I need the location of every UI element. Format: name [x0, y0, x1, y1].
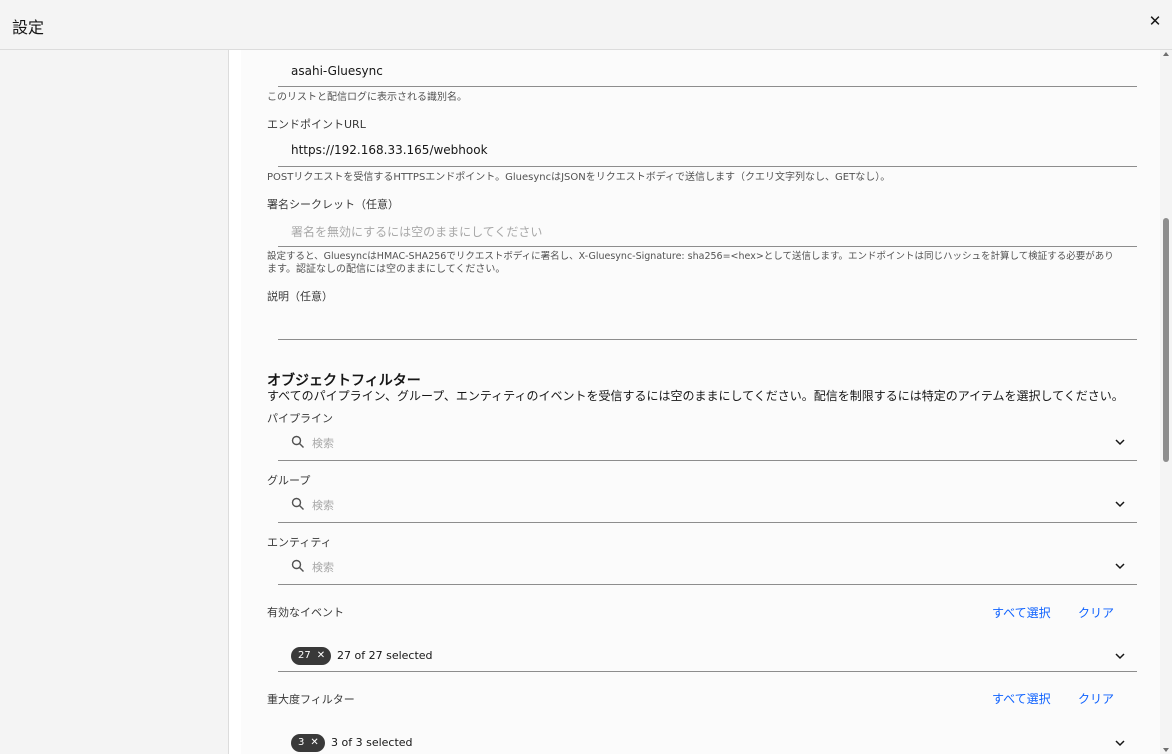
- chevron-down-icon[interactable]: [1115, 437, 1125, 447]
- group-search-placeholder: 検索: [312, 499, 334, 512]
- secret-input[interactable]: 署名を無効にするには空のままにしてください: [278, 212, 1137, 247]
- chevron-down-icon[interactable]: [1115, 738, 1125, 748]
- search-icon: [291, 559, 304, 572]
- secret-input-placeholder: 署名を無効にするには空のままにしてください: [291, 225, 543, 239]
- scrollbar-thumb[interactable]: [1163, 218, 1169, 462]
- scroll-down-arrow-icon[interactable]: [1163, 748, 1169, 752]
- description-label: 説明（任意）: [267, 290, 333, 303]
- tag-close-icon[interactable]: ✕: [310, 734, 318, 752]
- severity-multiselect[interactable]: 3 ✕ 3 of 3 selected: [278, 720, 1137, 754]
- endpoint-url-value: https://192.168.33.165/webhook: [291, 143, 488, 157]
- chevron-down-icon[interactable]: [1115, 561, 1125, 571]
- dialog-title: 設定: [12, 18, 45, 37]
- events-clear-link[interactable]: クリア: [1078, 604, 1114, 621]
- chevron-down-icon[interactable]: [1115, 651, 1125, 661]
- secret-label: 署名シークレット（任意）: [267, 198, 399, 211]
- settings-content: asahi-Gluesync このリストと配信ログに表示される識別名。 エンドポ…: [229, 50, 1160, 754]
- pipeline-combobox[interactable]: 検索: [278, 423, 1137, 461]
- severity-count-tag[interactable]: 3 ✕: [291, 734, 325, 752]
- name-input[interactable]: asahi-Gluesync: [278, 50, 1137, 87]
- severity-selected-text: 3 of 3 selected: [331, 736, 413, 749]
- severity-clear-link[interactable]: クリア: [1078, 690, 1114, 707]
- entity-search-placeholder: 検索: [312, 561, 334, 574]
- secret-helper-line-2: ます。認証なしの配信には空のままにしてください。: [267, 264, 506, 275]
- tag-close-icon[interactable]: ✕: [317, 647, 325, 665]
- severity-select-all-link[interactable]: すべて選択: [992, 690, 1051, 707]
- scrollbar[interactable]: [1160, 50, 1172, 754]
- search-icon: [291, 435, 304, 448]
- secret-helper-text: 設定すると、GluesyncはHMAC-SHA256でリクエストボディに署名し、…: [267, 250, 1137, 276]
- endpoint-label: エンドポイントURL: [267, 118, 366, 131]
- description-input[interactable]: [278, 304, 1137, 340]
- endpoint-helper-text: POSTリクエストを受信するHTTPSエンドポイント。GluesyncはJSON…: [267, 172, 891, 183]
- name-input-value: asahi-Gluesync: [291, 64, 383, 78]
- events-selected-text: 27 of 27 selected: [337, 649, 433, 662]
- severity-tag-count: 3: [298, 737, 305, 748]
- name-helper-text: このリストと配信ログに表示される識別名。: [267, 92, 467, 103]
- events-select-all-link[interactable]: すべて選択: [992, 604, 1051, 621]
- events-label: 有効なイベント: [267, 606, 344, 619]
- scroll-up-arrow-icon[interactable]: [1163, 52, 1169, 56]
- pipeline-search-placeholder: 検索: [312, 437, 334, 450]
- search-icon: [291, 497, 304, 510]
- events-tag-count: 27: [298, 650, 311, 661]
- chevron-down-icon[interactable]: [1115, 499, 1125, 509]
- object-filter-description: すべてのパイプライン、グループ、エンティティのイベントを受信するには空のままにし…: [267, 389, 1124, 403]
- severity-label: 重大度フィルター: [267, 693, 355, 706]
- close-icon[interactable]: ✕: [1146, 12, 1164, 30]
- sidebar: [0, 50, 229, 754]
- endpoint-url-input[interactable]: https://192.168.33.165/webhook: [278, 132, 1137, 167]
- dialog-header: 設定 ✕: [0, 0, 1172, 50]
- entity-combobox[interactable]: 検索: [278, 547, 1137, 585]
- events-multiselect[interactable]: 27 ✕ 27 of 27 selected: [278, 634, 1137, 672]
- secret-helper-line-1: 設定すると、GluesyncはHMAC-SHA256でリクエストボディに署名し、…: [267, 251, 1114, 262]
- events-count-tag[interactable]: 27 ✕: [291, 647, 332, 665]
- form-panel: asahi-Gluesync このリストと配信ログに表示される識別名。 エンドポ…: [241, 50, 1160, 754]
- group-combobox[interactable]: 検索: [278, 485, 1137, 523]
